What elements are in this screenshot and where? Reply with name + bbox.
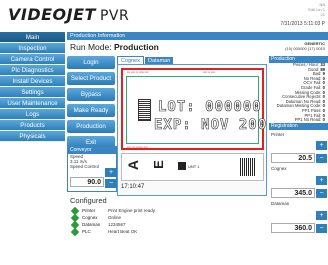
tab-cognex[interactable]: Cognex [117, 56, 144, 64]
sidebar-item-user-maintenance[interactable]: User Maintenance [0, 98, 65, 109]
header-datetime: 7/31/2013 5:11:03 P [280, 21, 325, 27]
lot-code: LOT: 000000 [158, 99, 262, 116]
sidebar-item-products[interactable]: Products [0, 120, 65, 131]
speed-increase-button[interactable]: + [105, 168, 117, 177]
product-name: PVR [99, 8, 130, 24]
production-panel: Production Pieces / Hour: 33 Good: 89 Ba… [269, 56, 328, 247]
dataman-registration-input[interactable]: 360.0 [271, 222, 315, 233]
package-logo [178, 162, 186, 170]
sidebar-item-plc-diagnostics[interactable]: Plc Diagnostics [0, 65, 65, 76]
device-row: Dataman 1234567 [67, 220, 267, 230]
conveyor-panel: Conveyor Speed 3.11 m/s Speed Control + … [67, 146, 117, 192]
cognex-registration-input[interactable]: 345.0 [271, 187, 315, 198]
expiry-code: EXP: NOV 2000 [154, 117, 267, 134]
cognex-registration-label: Cognex [271, 165, 287, 171]
package-text: UNT 1 [188, 164, 200, 169]
header-info: NA Edit Lin 1 21 [308, 2, 325, 17]
printer-registration-decrease[interactable]: − [316, 153, 327, 163]
cognex-registration-increase[interactable]: + [316, 175, 327, 185]
production-info-bar: Production Information [67, 32, 328, 40]
image-timestamp: 17:10:47 [121, 184, 145, 190]
sidebar-item-inspection[interactable]: Inspection [0, 43, 65, 54]
camera-tabs: Cognex Dataman [117, 56, 174, 65]
sidebar-item-settings[interactable]: Settings [0, 87, 65, 98]
run-mode-value: Production [113, 42, 159, 52]
login-button[interactable]: Login [67, 56, 115, 69]
select-product-button[interactable]: Select Product [67, 72, 115, 85]
inspection-image: ▪▪▪ ▪▪▪▪ ▪▪ ▪▪▪▪▪ ▪▪▪ ▪▪▪▪ ▪▪ ▪▪▪▪ LOT: … [117, 64, 267, 196]
ocr-region: LOT: 000000 EXP: NOV 2000 [126, 76, 266, 144]
label-fine-print: ▪▪▪▪ ▪▪▪ ▪▪▪▪▪▪ ▪▪▪▪ [127, 145, 148, 149]
header: VIDEOJET PVR NA Edit Lin 1 21 7/31/2013 5… [0, 0, 328, 30]
sidebar-item-camera-control[interactable]: Camera Control [0, 54, 65, 65]
label-fine-print: ▪▪▪▪ ▪▪ ▪▪▪▪ [203, 70, 216, 74]
device-row: Cognex Online [67, 213, 267, 223]
sidebar: Main Inspection Camera Control Plc Diagn… [0, 32, 65, 142]
configured-title: Configured [70, 196, 107, 205]
printer-registration-input[interactable]: 20.5 [271, 152, 315, 163]
device-row: PLC Heart Beat OK [67, 227, 267, 237]
videojet-logo: VIDEOJET PVR [8, 5, 129, 24]
printer-registration-increase[interactable]: + [316, 140, 327, 150]
package-letter: E [150, 160, 166, 169]
package-strip: A E UNT 1 [121, 153, 264, 181]
registration-panel: Printer + 20.5 − Cognex + 345.0 − Datama… [269, 131, 328, 247]
barcode-graphic [138, 99, 151, 121]
device-row: Printer Print Engine print ready [67, 206, 267, 216]
status-ok-icon [70, 227, 80, 237]
speed-control-input[interactable]: 90.0 [70, 177, 104, 187]
run-mode-label: Run Mode: [70, 42, 112, 52]
make-ready-button[interactable]: Make Ready [67, 104, 115, 117]
logo-text: VIDEOJET [8, 5, 96, 24]
speed-decrease-button[interactable]: − [105, 179, 117, 188]
sidebar-item-main[interactable]: Main [0, 32, 65, 43]
product-code: GENERTIC (10) 000000 (17) 0010 [285, 41, 325, 51]
bypass-button[interactable]: Bypass [67, 88, 115, 101]
dataman-registration-increase[interactable]: + [316, 210, 327, 220]
label-image: ▪▪▪ ▪▪▪▪ ▪▪ ▪▪▪▪▪ ▪▪▪ ▪▪▪▪ ▪▪ ▪▪▪▪ LOT: … [121, 68, 266, 150]
dataman-registration-decrease[interactable]: − [316, 223, 327, 233]
configured-devices: Configured Printer Print Engine print rea… [67, 196, 267, 237]
cognex-registration-decrease[interactable]: − [316, 188, 327, 198]
package-barcode [240, 158, 256, 176]
conveyor-caption: Conveyor [68, 147, 116, 154]
run-mode: Run Mode: Production [70, 42, 159, 52]
production-button[interactable]: Production [67, 120, 115, 133]
sidebar-item-install-devices[interactable]: Install Devices [0, 76, 65, 87]
header-info-line: 21 [320, 12, 325, 17]
registration-caption: Registration [269, 122, 328, 130]
action-buttons: Login Select Product Bypass Make Ready P… [67, 56, 117, 152]
package-letter: A [125, 159, 142, 171]
sidebar-item-logs[interactable]: Logs [0, 109, 65, 120]
production-stats: Pieces / Hour: 33 Good: 89 Bad: 9 No Rea… [269, 62, 328, 123]
printer-registration-label: Printer [271, 131, 285, 137]
dataman-registration-label: Dataman [271, 200, 290, 206]
label-fine-print: ▪▪▪ ▪▪▪▪ ▪▪ ▪▪▪▪▪ ▪▪▪ [127, 70, 149, 74]
sidebar-item-physicals[interactable]: Physicals [0, 131, 65, 142]
product-code-gtin: (10) 000000 (17) 0010 [285, 46, 325, 51]
